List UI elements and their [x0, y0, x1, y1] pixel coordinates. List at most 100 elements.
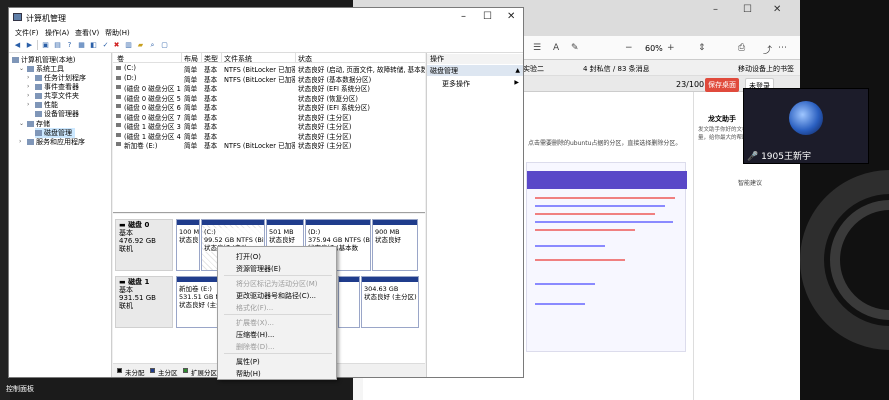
chevron-right-icon[interactable]: › — [19, 138, 21, 145]
chevron-right-icon[interactable]: › — [27, 74, 29, 81]
chevron-right-icon[interactable]: › — [27, 92, 29, 99]
column-header-filesystem[interactable]: 文件系统 — [224, 54, 252, 64]
volume-list-header: 卷 布局 类型 文件系统 状态 — [113, 53, 425, 63]
disk-1-partition-e[interactable]: 新加卷 (E:) 531.51 GB NTFS 状态良好 (主分 — [176, 276, 220, 328]
column-header-volume[interactable]: 卷 — [117, 54, 124, 64]
table-cell-vol: (磁盘 0 磁盘分区 1) — [124, 85, 181, 93]
delete-icon[interactable]: ✖ — [112, 41, 121, 49]
table-row[interactable]: 新加卷 (E:) 简单 基本 NTFS (BitLocker 已加密) 状态良好 (主分… — [113, 140, 425, 150]
print-icon[interactable]: ⎙ — [738, 43, 745, 53]
save-desktop-button[interactable]: 保存桌面 — [705, 78, 739, 92]
column-separator[interactable] — [181, 53, 182, 63]
menu-item-delete[interactable]: 删除卷(D)... — [236, 342, 275, 352]
draw-icon[interactable]: ✎ — [571, 43, 579, 53]
tree-item-device-manager[interactable]: 设备管理器 — [35, 109, 79, 119]
folder-open-icon[interactable]: ▰ — [136, 41, 145, 49]
table-row[interactable]: (C:) 简单 基本 NTFS (BitLocker 已加密) 状态良好 (启动, 页面… — [113, 64, 425, 74]
actions-pane: 操作 磁盘管理 ▲ 更多操作 ▶ — [426, 53, 523, 377]
up-folder-icon[interactable]: ▣ — [41, 41, 50, 49]
check-icon[interactable]: ✓ — [101, 41, 110, 49]
menu-item-help[interactable]: 帮助(H) — [236, 369, 261, 379]
connect-icon[interactable]: ◧ — [89, 41, 98, 49]
minimize-icon[interactable]: – — [461, 11, 466, 22]
disk-0-partition[interactable]: 100 M 状态良 — [176, 219, 200, 271]
menu-item-properties[interactable]: 属性(P) — [236, 357, 260, 367]
bookmark-item[interactable]: 4 封私信 / 83 条消息 — [583, 64, 650, 74]
menu-item-format[interactable]: 格式化(F)... — [236, 303, 273, 313]
chevron-right-icon[interactable]: › — [27, 101, 29, 108]
menu-help[interactable]: 帮助(H) — [105, 28, 130, 38]
actions-section-disk-management[interactable]: 磁盘管理 ▲ — [427, 65, 523, 76]
partition-size: 501 MB — [269, 228, 294, 236]
column-header-layout[interactable]: 布局 — [184, 54, 198, 64]
column-header-type[interactable]: 类型 — [204, 54, 218, 64]
menu-file[interactable]: 文件(F) — [15, 28, 39, 38]
disk-0-partition[interactable]: 900 MB 状态良好 — [372, 219, 418, 271]
disk-type: 基本 — [119, 229, 133, 237]
fit-icon[interactable]: ⇕ — [698, 43, 706, 53]
zoom-out-icon[interactable]: − — [625, 43, 633, 53]
menu-item-shrink[interactable]: 压缩卷(H)... — [236, 330, 274, 340]
menu-view[interactable]: 查看(V) — [75, 28, 99, 38]
disk-1-partition[interactable]: 304.63 GB 状态良好 (主分区) — [361, 276, 419, 328]
collapse-icon: ▲ — [515, 67, 520, 74]
maximize-icon[interactable]: ☐ — [483, 11, 492, 22]
table-row[interactable]: (磁盘 0 磁盘分区 7) 简单 基本 状态良好 (主分区) — [113, 112, 425, 122]
video-call-tile[interactable]: 🎤 1905王新宇 — [743, 88, 869, 164]
menu-item-extend[interactable]: 扩展卷(X)... — [236, 318, 274, 328]
table-cell-type: 基本 — [204, 123, 218, 131]
menu-item-mark-active[interactable]: 将分区标记为活动分区(M) — [236, 279, 318, 289]
table-cell-status: 状态良好 (基本数据分区) — [298, 75, 372, 84]
chevron-down-icon[interactable]: ⌄ — [19, 120, 24, 127]
table-row[interactable]: (D:) 简单 基本 NTFS (BitLocker 已加密) 状态良好 (基本数据分区… — [113, 74, 425, 84]
folder-icon[interactable]: ▥ — [124, 41, 133, 49]
column-separator[interactable] — [295, 53, 296, 63]
chevron-right-icon[interactable]: › — [27, 83, 29, 90]
more-actions[interactable]: 更多操作 — [442, 79, 470, 89]
disk-1-partition[interactable] — [338, 276, 360, 328]
table-row[interactable]: (磁盘 1 磁盘分区 3) 简单 基本 状态良好 (主分区) — [113, 121, 425, 131]
share-icon[interactable]: ⤴ — [763, 43, 772, 56]
bookmark-item[interactable]: 实验二 — [523, 64, 544, 74]
back-icon[interactable]: ◀ — [13, 41, 22, 49]
table-row[interactable]: (磁盘 0 磁盘分区 1) 简单 基本 状态良好 (EFI 系统分区) — [113, 83, 425, 93]
column-separator[interactable] — [201, 53, 202, 63]
menu-item-change-drive-letter[interactable]: 更改驱动器号和路径(C)... — [236, 291, 316, 301]
menu-item-open[interactable]: 打开(O) — [236, 252, 261, 262]
disk-0-label[interactable]: ▬ 磁盘 0 基本 476.92 GB 联机 — [115, 219, 173, 271]
bookmark-item[interactable]: 移动设备上的书签 — [738, 64, 794, 74]
toolbar-separator — [37, 40, 38, 50]
more-icon[interactable]: ⋯ — [778, 43, 787, 53]
desktop-icon-control-panel[interactable]: 控制面板 — [6, 384, 34, 394]
tree-item-services[interactable]: 服务和应用程序 — [27, 137, 85, 147]
screenshot-line — [535, 229, 635, 231]
view-icon[interactable]: ▢ — [160, 41, 169, 49]
help-icon[interactable]: ? — [65, 41, 74, 49]
search-icon[interactable]: ⌕ — [148, 41, 157, 49]
text-icon[interactable]: A — [553, 43, 559, 53]
disk-1-label[interactable]: ▬ 磁盘 1 基本 931.51 GB 联机 — [115, 276, 173, 328]
zoom-in-icon[interactable]: + — [667, 43, 675, 53]
close-icon[interactable]: ✕ — [507, 11, 515, 22]
table-row[interactable]: (磁盘 0 磁盘分区 6) 简单 基本 状态良好 (EFI 系统分区) — [113, 102, 425, 112]
menu-action[interactable]: 操作(A) — [45, 28, 69, 38]
minimize-icon[interactable]: – — [713, 4, 718, 15]
table-row[interactable]: (磁盘 1 磁盘分区 4) 简单 基本 状态良好 (主分区) — [113, 131, 425, 141]
table-row[interactable]: (磁盘 0 磁盘分区 5) 简单 基本 状态良好 (恢复分区) — [113, 93, 425, 103]
close-icon[interactable]: ✕ — [773, 4, 781, 15]
actions-header: 操作 — [427, 54, 523, 64]
assistant-suggest[interactable]: 智能建议 — [738, 178, 762, 187]
list-view-icon[interactable]: ▦ — [77, 41, 86, 49]
menu-item-explorer[interactable]: 资源管理器(E) — [236, 264, 281, 274]
page-indicator: 23/100 — [676, 80, 705, 89]
maximize-icon[interactable]: ☐ — [743, 4, 752, 15]
table-cell-status: 状态良好 (主分区) — [298, 142, 352, 150]
forward-icon[interactable]: ▶ — [25, 41, 34, 49]
chevron-down-icon[interactable]: ⌄ — [19, 65, 24, 72]
column-separator[interactable] — [221, 53, 222, 63]
computer-icon — [12, 57, 19, 63]
table-cell-type: 基本 — [204, 94, 218, 103]
properties-icon[interactable]: ▤ — [53, 41, 62, 49]
list-icon[interactable]: ☰ — [533, 43, 541, 53]
column-header-status[interactable]: 状态 — [298, 54, 312, 64]
